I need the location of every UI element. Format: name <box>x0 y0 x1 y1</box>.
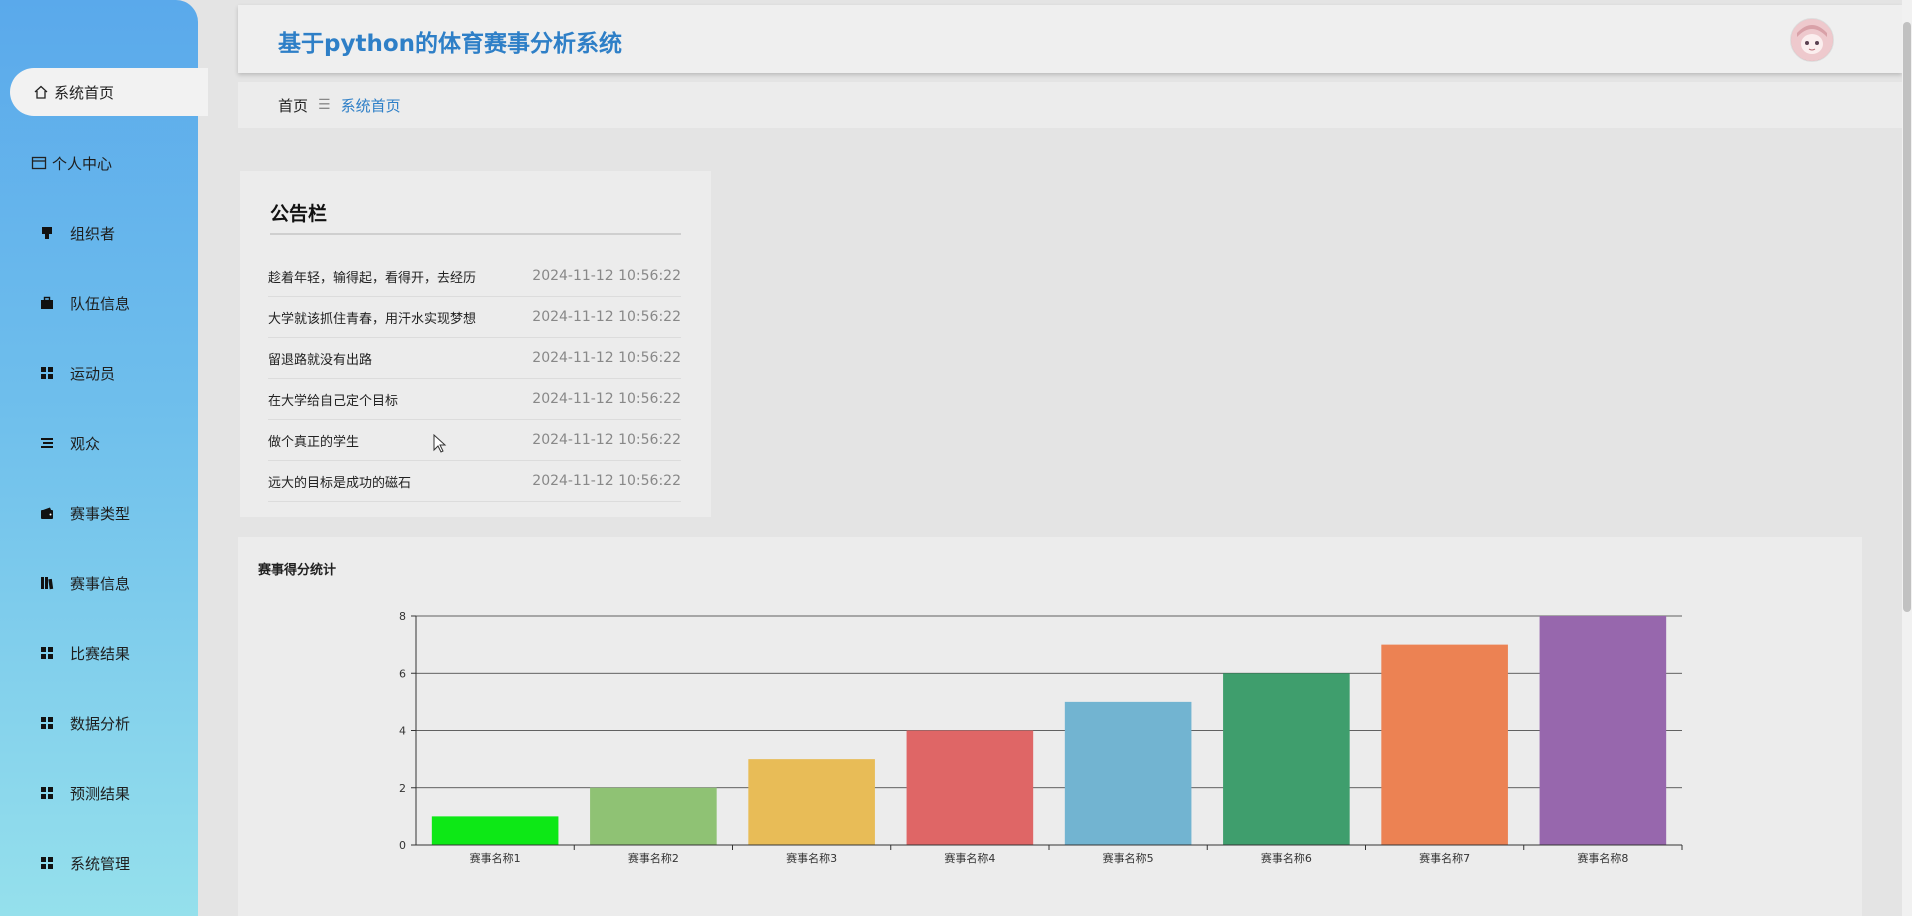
x-tick-label: 赛事名称6 <box>1261 851 1312 865</box>
notice-text: 大学就该抓住青春，用汗水实现梦想 <box>268 311 477 327</box>
notice-board: 公告栏 趁着年轻，输得起，看得开，去经历 2024-11-12 10:56:22… <box>240 171 711 517</box>
list-item[interactable]: 远大的目标是成功的磁石 2024-11-12 10:56:22 <box>268 461 681 502</box>
list-icon <box>38 434 56 452</box>
mouse-cursor-icon <box>433 433 447 458</box>
breadcrumb-home[interactable]: 首页 <box>278 95 308 116</box>
sidebar-item-label: 比赛结果 <box>70 644 131 663</box>
breadcrumb: 首页 ☰ 系统首页 <box>238 82 1902 128</box>
list-item[interactable]: 做个真正的学生 2024-11-12 10:56:22 <box>268 420 681 461</box>
avatar[interactable] <box>1790 18 1834 62</box>
scrollbar-thumb[interactable] <box>1903 22 1911 612</box>
sidebar-item-event-type[interactable]: 赛事类型 <box>0 489 198 537</box>
wallet-icon <box>38 504 56 522</box>
notice-text: 做个真正的学生 <box>268 434 360 450</box>
y-tick-label: 0 <box>399 839 406 852</box>
sidebar-item-label: 队伍信息 <box>70 294 131 313</box>
notice-text: 远大的目标是成功的磁石 <box>268 475 412 491</box>
sidebar: 系统首页 个人中心 组织者 队伍信息 运动员 观众 赛事类型 赛事信息 比赛结果… <box>0 0 208 916</box>
sidebar-item-event-info[interactable]: 赛事信息 <box>0 559 198 607</box>
grid-icon <box>38 364 56 382</box>
sidebar-item-audience[interactable]: 观众 <box>0 419 198 467</box>
notice-text: 趁着年轻，输得起，看得开，去经历 <box>268 270 477 286</box>
y-tick-label: 2 <box>399 782 406 795</box>
bar <box>1064 701 1192 845</box>
sidebar-item-profile[interactable]: 个人中心 <box>0 139 198 187</box>
home-icon <box>32 83 50 101</box>
sidebar-item-label: 赛事类型 <box>70 504 131 523</box>
y-tick-label: 4 <box>399 725 406 738</box>
notice-text: 在大学给自己定个目标 <box>268 393 399 409</box>
list-item[interactable]: 留退路就没有出路 2024-11-12 10:56:22 <box>268 338 681 379</box>
book-icon <box>38 574 56 592</box>
sidebar-item-label: 预测结果 <box>70 784 131 803</box>
x-tick-label: 赛事名称3 <box>786 851 837 865</box>
bar <box>906 730 1034 845</box>
score-bar-chart: 0 2 4 6 8 赛事名称1 赛事名称2 赛事名称3 赛事名称4 赛事名称5 赛事名称6 赛事名称7… <box>399 610 1683 865</box>
grid-icon <box>38 854 56 872</box>
notice-divider <box>270 233 681 235</box>
sidebar-item-system-admin[interactable]: 系统管理 <box>0 839 198 887</box>
x-tick-label: 赛事名称5 <box>1103 851 1154 865</box>
sidebar-item-label: 运动员 <box>70 364 116 383</box>
grid-icon <box>38 644 56 662</box>
notice-date: 2024-11-12 10:56:22 <box>532 350 681 366</box>
bar <box>590 787 717 845</box>
breadcrumb-separator-icon: ☰ <box>318 97 331 113</box>
y-tick-label: 8 <box>399 610 406 623</box>
x-tick-label: 赛事名称4 <box>944 851 995 865</box>
profile-icon <box>30 154 48 172</box>
notice-date: 2024-11-12 10:56:22 <box>532 391 681 407</box>
grid-icon <box>38 784 56 802</box>
list-item[interactable]: 趁着年轻，输得起，看得开，去经历 2024-11-12 10:56:22 <box>268 256 681 297</box>
chart-panel: 赛事得分统计 0 2 4 6 8 赛事名称1 赛事名称2 赛事名称3 赛事名称4 赛事名称5 赛事名… <box>238 537 1862 916</box>
sidebar-item-label: 数据分析 <box>70 714 131 733</box>
sidebar-item-label: 观众 <box>70 434 101 453</box>
briefcase-icon <box>38 294 56 312</box>
breadcrumb-current: 系统首页 <box>340 96 401 115</box>
y-tick-label: 6 <box>399 667 406 680</box>
bar <box>431 816 559 845</box>
list-item[interactable]: 在大学给自己定个目标 2024-11-12 10:56:22 <box>268 379 681 420</box>
notice-list: 趁着年轻，输得起，看得开，去经历 2024-11-12 10:56:22 大学就… <box>268 256 681 502</box>
sidebar-item-data-analysis[interactable]: 数据分析 <box>0 699 198 747</box>
sidebar-item-team[interactable]: 队伍信息 <box>0 279 198 327</box>
x-tick-label: 赛事名称8 <box>1577 851 1628 865</box>
organizer-icon <box>38 224 56 242</box>
notice-date: 2024-11-12 10:56:22 <box>532 473 681 489</box>
sidebar-item-prediction[interactable]: 预测结果 <box>0 769 198 817</box>
page-scrollbar[interactable] <box>1902 0 1912 916</box>
notice-date: 2024-11-12 10:56:22 <box>532 309 681 325</box>
list-item[interactable]: 大学就该抓住青春，用汗水实现梦想 2024-11-12 10:56:22 <box>268 297 681 338</box>
x-tick-label: 赛事名称1 <box>470 851 521 865</box>
sidebar-item-organizer[interactable]: 组织者 <box>0 209 198 257</box>
bar <box>1381 644 1508 845</box>
sidebar-item-label: 个人中心 <box>52 154 113 173</box>
sidebar-item-match-result[interactable]: 比赛结果 <box>0 629 198 677</box>
sidebar-item-home[interactable]: 系统首页 <box>10 68 208 116</box>
bar <box>1223 673 1350 845</box>
x-tick-label: 赛事名称2 <box>628 851 679 865</box>
app-title: 基于python的体育赛事分析系统 <box>278 31 623 57</box>
sidebar-item-label: 赛事信息 <box>70 574 131 593</box>
top-header: 基于python的体育赛事分析系统 <box>238 5 1902 73</box>
sidebar-item-label: 系统首页 <box>54 83 115 102</box>
sidebar-item-label: 系统管理 <box>70 854 131 873</box>
notice-date: 2024-11-12 10:56:22 <box>532 268 681 284</box>
notice-date: 2024-11-12 10:56:22 <box>532 432 681 448</box>
sidebar-item-athlete[interactable]: 运动员 <box>0 349 198 397</box>
notice-title: 公告栏 <box>270 203 328 225</box>
sidebar-item-label: 组织者 <box>70 224 116 243</box>
notice-text: 留退路就没有出路 <box>268 352 373 368</box>
bar <box>1539 616 1667 845</box>
bar <box>748 759 875 845</box>
grid-icon <box>38 714 56 732</box>
x-tick-label: 赛事名称7 <box>1419 851 1470 865</box>
